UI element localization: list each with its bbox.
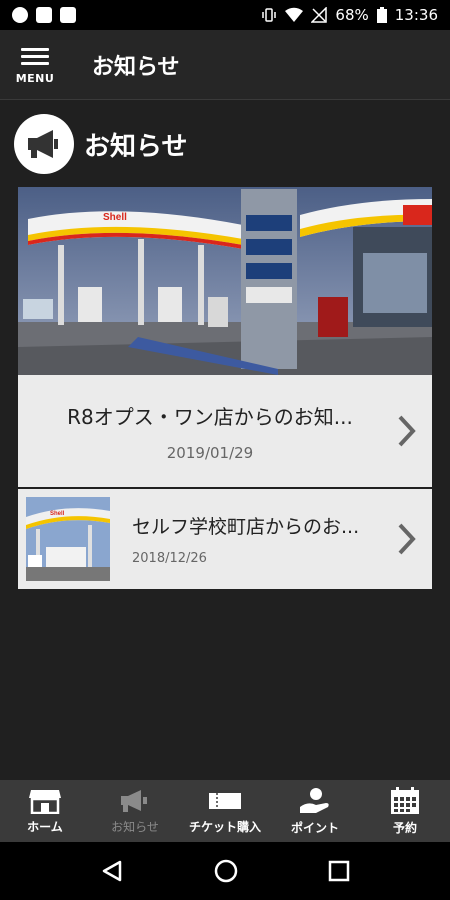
section-header: お知らせ [14,114,187,174]
status-bar: 68% 13:36 [0,0,450,30]
vibrate-icon [262,8,277,22]
point-hand-icon [300,787,329,813]
no-signal-icon [311,7,328,23]
tab-reservation[interactable]: 予約 [360,780,450,842]
shop-icon [29,789,61,814]
tab-point[interactable]: ポイント [270,780,360,842]
chevron-right-icon [382,414,432,448]
svg-text:Shell: Shell [50,511,65,517]
app-bar: MENU お知らせ [0,30,450,100]
hamburger-icon [21,44,49,69]
news-item-1[interactable]: R8オプス・ワン店からのお知... 2019/01/29 [18,375,432,487]
recents-icon[interactable] [328,860,350,882]
clock: 13:36 [394,6,438,24]
home-icon[interactable] [214,859,238,883]
battery-icon [376,7,387,23]
calendar-icon [391,786,419,814]
news-thumbnail: Shell [26,497,110,581]
tab-ticket[interactable]: チケット購入 [180,780,270,842]
tab-label: ホーム [27,819,63,834]
battery-percent: 68% [335,6,369,24]
ticket-icon [209,792,241,809]
menu-button[interactable]: MENU [0,30,70,100]
page-title: お知らせ [92,54,180,80]
app-notification-icon-2 [60,7,76,23]
wifi-icon [285,7,304,23]
system-nav-bar [0,842,450,900]
news-date: 2019/01/29 [166,443,254,462]
megaphone-icon [121,789,147,812]
chevron-right-icon [382,522,432,556]
app-notification-icon [12,7,28,23]
tab-news[interactable]: お知らせ [90,780,180,842]
news-title: R8オプス・ワン店からのお知... [67,404,353,429]
section-title: お知らせ [84,131,188,162]
tab-home[interactable]: ホーム [0,780,90,842]
news-date: 2018/12/26 [132,551,207,566]
image-notification-icon [36,7,52,23]
news-title: セルフ学校町店からのお... [132,516,360,538]
megaphone-icon [14,114,74,174]
back-icon[interactable] [100,859,124,883]
tab-label: チケット購入 [188,819,261,834]
tab-label: 予約 [392,820,417,835]
tab-label: ポイント [290,820,339,835]
menu-label: MENU [15,72,55,85]
gas-station-photo: Shell [18,187,432,375]
news-item-2[interactable]: Shell セルフ学校町店からのお... 2018/12/26 [18,489,432,589]
bottom-tab-bar: ホーム お知らせ チケット購入 ポイント 予約 [0,780,450,842]
hero-image[interactable]: Shell [18,187,432,375]
svg-text:Shell: Shell [103,212,127,223]
tab-label: お知らせ [111,819,159,834]
